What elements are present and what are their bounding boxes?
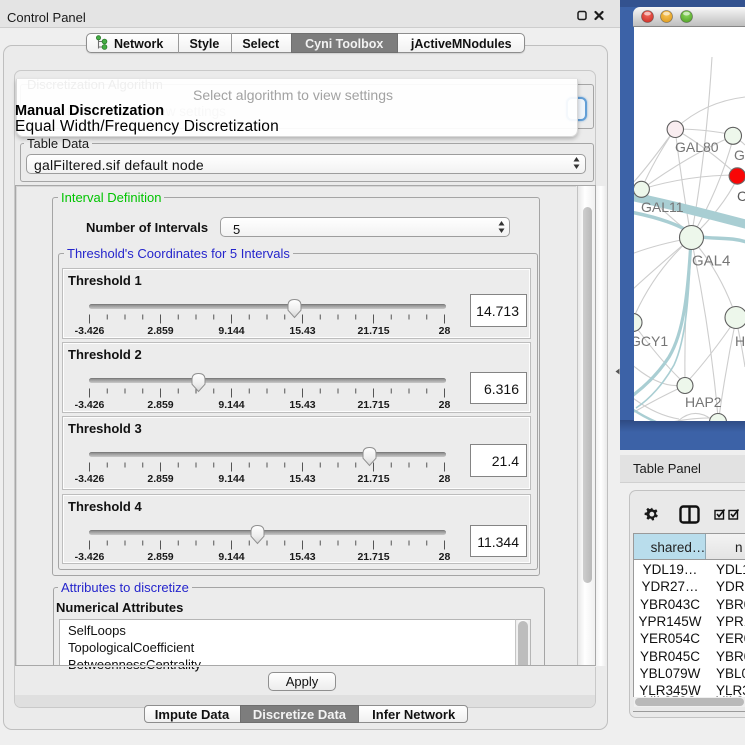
svg-text:GA: GA — [734, 147, 745, 163]
svg-text:GAL4: GAL4 — [692, 253, 730, 270]
svg-text:GAL80: GAL80 — [675, 139, 719, 155]
svg-text:H: H — [735, 333, 745, 349]
svg-text:C: C — [737, 188, 745, 204]
svg-text:HAP2: HAP2 — [685, 394, 722, 410]
svg-text:GCY1: GCY1 — [634, 333, 668, 349]
svg-text:GAL11: GAL11 — [641, 199, 684, 215]
